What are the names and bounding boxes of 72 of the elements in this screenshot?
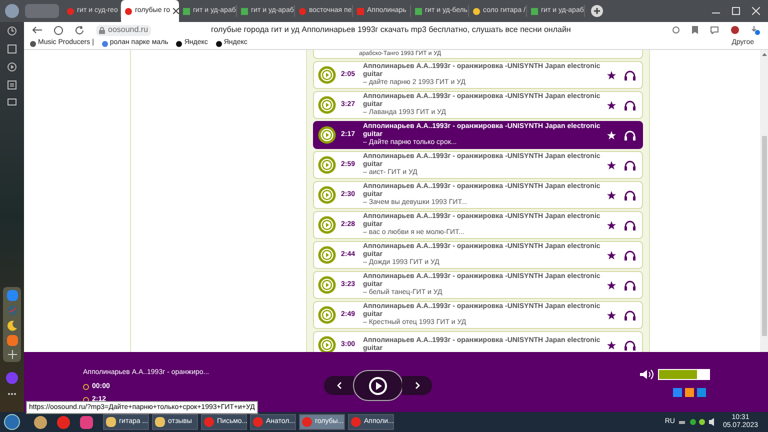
browser-icon: [253, 417, 263, 427]
bookmark-icon[interactable]: [692, 26, 698, 34]
headphones-icon[interactable]: [624, 130, 636, 140]
play-icon: [368, 376, 388, 396]
headphones-icon[interactable]: [624, 280, 636, 290]
address-field[interactable]: oosound.ru: [96, 24, 152, 36]
star-icon[interactable]: [607, 310, 616, 320]
calendar-icon[interactable]: [7, 80, 17, 90]
star-icon[interactable]: [607, 250, 616, 260]
star-icon[interactable]: [607, 70, 616, 80]
domain-text: oosound.ru: [108, 24, 148, 36]
headphones-icon[interactable]: [624, 310, 636, 320]
headphones-icon[interactable]: [624, 190, 636, 200]
app-icon[interactable]: [80, 416, 93, 428]
browser-icon: [302, 417, 312, 427]
favicon-icon: [473, 8, 480, 14]
folder-icon: [106, 417, 116, 427]
star-icon[interactable]: [607, 100, 616, 110]
browser-icon: [351, 417, 361, 427]
star-icon[interactable]: [607, 130, 616, 140]
favicon-icon: [357, 8, 364, 14]
maximize-icon[interactable]: [732, 7, 740, 15]
chat-icon[interactable]: [710, 26, 719, 34]
plus-icon: [593, 7, 601, 15]
profile-avatar[interactable]: [5, 4, 19, 18]
star-icon[interactable]: [607, 340, 616, 350]
next-button[interactable]: [402, 376, 432, 395]
notes-icon[interactable]: [7, 44, 17, 54]
volume-slider[interactable]: [658, 369, 710, 380]
close-tab-icon[interactable]: [172, 8, 179, 14]
folder-icon: [155, 417, 165, 427]
play-icon[interactable]: [7, 62, 17, 72]
headphones-icon[interactable]: [624, 340, 636, 350]
back-icon[interactable]: [32, 26, 42, 34]
favicon-icon: [241, 8, 248, 14]
previous-button[interactable]: [324, 376, 354, 395]
star-icon[interactable]: [607, 220, 616, 230]
chevron-right-icon: [414, 382, 420, 389]
star-icon[interactable]: [607, 160, 616, 170]
headphones-icon[interactable]: [624, 70, 636, 80]
volume-icon[interactable]: [640, 369, 654, 380]
favicon-icon: [299, 8, 306, 14]
download-icon[interactable]: [751, 26, 760, 34]
history-icon[interactable]: [7, 26, 17, 36]
favicon-icon: [67, 8, 74, 14]
favicon-icon: [125, 8, 132, 14]
star-icon[interactable]: [607, 280, 616, 290]
scrollbar[interactable]: [760, 50, 768, 352]
start-button[interactable]: [4, 414, 20, 430]
new-tab-button[interactable]: [591, 5, 603, 17]
clock-icon: [83, 384, 89, 390]
play-button[interactable]: [353, 370, 404, 401]
chevron-left-icon: [336, 382, 342, 389]
more-icon[interactable]: [7, 392, 17, 396]
scroll-up-icon[interactable]: [762, 52, 766, 56]
headphones-icon[interactable]: [624, 160, 636, 170]
lock-icon: [99, 26, 105, 34]
headphones-icon[interactable]: [624, 250, 636, 260]
moon-icon[interactable]: [6, 320, 18, 331]
headphones-icon[interactable]: [624, 220, 636, 230]
play-icon[interactable]: [318, 126, 336, 144]
screen-icon[interactable]: [7, 98, 17, 108]
headphones-icon[interactable]: [624, 100, 636, 110]
favicon-icon: [531, 8, 538, 14]
reload-icon[interactable]: [75, 26, 84, 34]
favicon-icon: [415, 8, 422, 14]
browser-icon: [204, 417, 214, 427]
add-icon[interactable]: [8, 350, 16, 359]
favicon-icon: [183, 8, 190, 14]
page-title: голубые города гит и уд Апполинарьев 1993г скачать mp3 бесплатно, слушать все песни онлайн: [211, 24, 571, 36]
star-icon[interactable]: [607, 190, 616, 200]
close-icon[interactable]: [752, 7, 760, 15]
